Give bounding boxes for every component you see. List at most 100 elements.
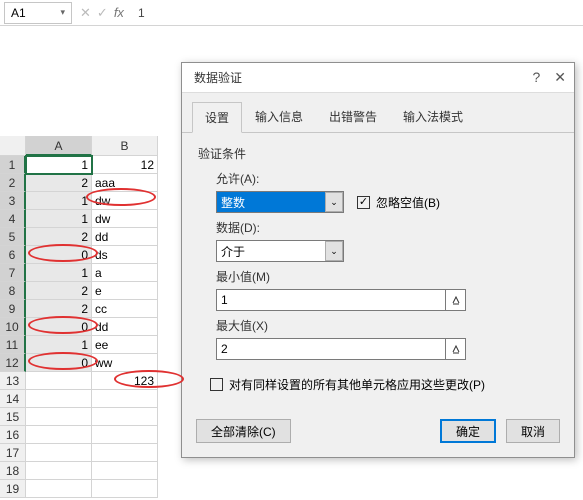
formula-bar-value[interactable]: 1 xyxy=(128,6,155,20)
chevron-down-icon[interactable]: ▾ xyxy=(60,7,65,18)
range-picker-icon[interactable] xyxy=(446,338,466,360)
name-box[interactable]: A1 ▾ xyxy=(4,2,72,24)
row-header[interactable]: 5 xyxy=(0,228,26,246)
ok-button[interactable]: 确定 xyxy=(440,419,496,443)
cell[interactable] xyxy=(26,480,92,498)
allow-value: 整数 xyxy=(221,194,245,211)
cell[interactable]: ww xyxy=(92,354,158,372)
row-header[interactable]: 6 xyxy=(0,246,26,264)
row-header[interactable]: 17 xyxy=(0,444,26,462)
help-icon[interactable]: ? xyxy=(532,69,540,86)
row-header[interactable]: 11 xyxy=(0,336,26,354)
cancel-button[interactable]: 取消 xyxy=(506,419,560,443)
formula-bar-buttons: ✕ ✓ fx xyxy=(76,5,128,21)
cell[interactable]: 1 xyxy=(26,156,92,174)
tab-error-alert[interactable]: 出错警告 xyxy=(316,101,390,132)
dialog-tabs: 设置 输入信息 出错警告 输入法模式 xyxy=(182,93,574,133)
cell[interactable]: 0 xyxy=(26,246,92,264)
cell[interactable] xyxy=(26,426,92,444)
apply-all-label: 对有同样设置的所有其他单元格应用这些更改(P) xyxy=(229,376,485,393)
cell[interactable] xyxy=(26,408,92,426)
cell[interactable] xyxy=(26,462,92,480)
cell[interactable]: 0 xyxy=(26,354,92,372)
dialog-titlebar[interactable]: 数据验证 ? ✕ xyxy=(182,63,574,93)
checkbox-icon: ✓ xyxy=(357,196,370,209)
cell[interactable]: 2 xyxy=(26,174,92,192)
min-input[interactable] xyxy=(216,289,446,311)
row-header[interactable]: 1 xyxy=(0,156,26,174)
allow-combo[interactable]: 整数 ⌄ xyxy=(216,191,343,213)
allow-label: 允许(A): xyxy=(216,170,558,187)
tab-settings[interactable]: 设置 xyxy=(192,102,242,133)
select-all-corner[interactable] xyxy=(0,136,26,156)
column-header-b[interactable]: B xyxy=(92,136,158,156)
row-header[interactable]: 13 xyxy=(0,372,26,390)
cell[interactable]: 0 xyxy=(26,318,92,336)
name-box-value: A1 xyxy=(11,6,26,20)
cell[interactable] xyxy=(26,390,92,408)
cell[interactable]: 2 xyxy=(26,300,92,318)
cell[interactable]: dd xyxy=(92,228,158,246)
cell[interactable]: 1 xyxy=(26,264,92,282)
row-header[interactable]: 7 xyxy=(0,264,26,282)
max-input[interactable] xyxy=(216,338,446,360)
row-header[interactable]: 9 xyxy=(0,300,26,318)
data-combo[interactable]: 介于 ⌄ xyxy=(216,240,558,262)
cell[interactable]: 123 xyxy=(92,372,158,390)
data-validation-dialog: 数据验证 ? ✕ 设置 输入信息 出错警告 输入法模式 验证条件 允许(A): … xyxy=(181,62,575,458)
fx-icon[interactable]: fx xyxy=(114,5,124,20)
cell[interactable]: ds xyxy=(92,246,158,264)
cell[interactable]: e xyxy=(92,282,158,300)
cell[interactable]: 1 xyxy=(26,210,92,228)
cell[interactable]: dd xyxy=(92,318,158,336)
row-header[interactable]: 8 xyxy=(0,282,26,300)
cell[interactable]: cc xyxy=(92,300,158,318)
close-icon[interactable]: ✕ xyxy=(554,69,566,86)
column-header-a[interactable]: A xyxy=(26,136,92,156)
row-header[interactable]: 15 xyxy=(0,408,26,426)
row-header[interactable]: 19 xyxy=(0,480,26,498)
cell[interactable]: a xyxy=(92,264,158,282)
cell[interactable] xyxy=(26,372,92,390)
cell[interactable] xyxy=(92,390,158,408)
cell[interactable] xyxy=(26,444,92,462)
row-header[interactable]: 16 xyxy=(0,426,26,444)
row-header[interactable]: 18 xyxy=(0,462,26,480)
row-header[interactable]: 12 xyxy=(0,354,26,372)
min-input-group xyxy=(216,289,558,311)
cell[interactable]: 2 xyxy=(26,282,92,300)
ignore-blank-checkbox[interactable]: ✓ 忽略空值(B) xyxy=(357,194,440,211)
checkbox-icon xyxy=(210,378,223,391)
clear-all-button[interactable]: 全部清除(C) xyxy=(196,419,291,443)
chevron-down-icon[interactable]: ⌄ xyxy=(325,192,343,212)
tab-input-message[interactable]: 输入信息 xyxy=(242,101,316,132)
cell[interactable]: 1 xyxy=(26,336,92,354)
range-picker-icon[interactable] xyxy=(446,289,466,311)
cell[interactable]: 1 xyxy=(26,192,92,210)
cell[interactable] xyxy=(92,426,158,444)
cell[interactable]: 12 xyxy=(92,156,158,174)
ignore-blank-label: 忽略空值(B) xyxy=(376,194,440,211)
chevron-down-icon[interactable]: ⌄ xyxy=(325,241,343,261)
data-label: 数据(D): xyxy=(216,219,558,236)
accept-icon: ✓ xyxy=(97,5,108,21)
row-header[interactable]: 2 xyxy=(0,174,26,192)
row-header[interactable]: 14 xyxy=(0,390,26,408)
cell[interactable] xyxy=(92,462,158,480)
cell[interactable]: ee xyxy=(92,336,158,354)
cell[interactable] xyxy=(92,480,158,498)
cell[interactable] xyxy=(92,444,158,462)
dialog-title: 数据验证 xyxy=(194,69,242,86)
apply-all-checkbox[interactable]: 对有同样设置的所有其他单元格应用这些更改(P) xyxy=(210,376,558,393)
row-header[interactable]: 3 xyxy=(0,192,26,210)
cell[interactable]: 2 xyxy=(26,228,92,246)
cell[interactable]: dw xyxy=(92,210,158,228)
cell[interactable]: dw xyxy=(92,192,158,210)
row-header[interactable]: 10 xyxy=(0,318,26,336)
cell[interactable]: aaa xyxy=(92,174,158,192)
min-label: 最小值(M) xyxy=(216,268,558,285)
cell[interactable] xyxy=(92,408,158,426)
row-header[interactable]: 4 xyxy=(0,210,26,228)
formula-bar: A1 ▾ ✕ ✓ fx 1 xyxy=(0,0,583,26)
tab-ime-mode[interactable]: 输入法模式 xyxy=(390,101,476,132)
